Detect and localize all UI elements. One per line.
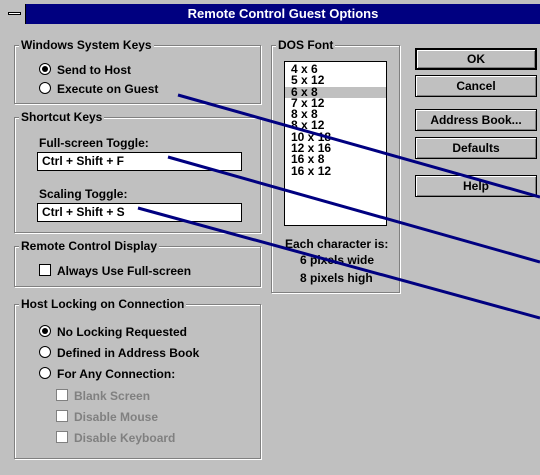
dialog-window: Remote Control Guest Options Windows Sys… — [0, 0, 540, 475]
radio-indicator — [39, 346, 51, 358]
group-label: Shortcut Keys — [19, 110, 105, 124]
checkbox-indicator — [56, 389, 68, 401]
radio-label: For Any Connection: — [57, 367, 176, 381]
radio-indicator — [39, 325, 51, 337]
address-book-button[interactable]: Address Book... — [415, 109, 537, 131]
system-menu-button[interactable] — [4, 4, 26, 24]
checkbox-label: Blank Screen — [74, 389, 151, 403]
fullscreen-toggle-label: Full-screen Toggle: — [39, 136, 149, 150]
checkbox-indicator — [39, 264, 51, 276]
char-size-title: Each character is: — [285, 237, 389, 251]
radio-label: Defined in Address Book — [57, 346, 200, 360]
checkbox-disable-mouse[interactable]: Disable Mouse — [56, 410, 158, 424]
radio-indicator — [39, 63, 51, 75]
group-label: DOS Font — [276, 38, 336, 52]
group-label: Host Locking on Connection — [19, 297, 187, 311]
font-option[interactable]: 16 x 12 — [285, 165, 386, 177]
checkbox-disable-keyboard[interactable]: Disable Keyboard — [56, 431, 175, 445]
cancel-button[interactable]: Cancel — [415, 75, 537, 97]
group-label: Remote Control Display — [19, 239, 160, 253]
radio-label: Send to Host — [57, 63, 131, 77]
ok-button[interactable]: OK — [415, 48, 537, 70]
checkbox-always-fullscreen[interactable]: Always Use Full-screen — [39, 264, 191, 278]
char-width-text: 6 pixels wide — [300, 253, 375, 267]
radio-label: No Locking Requested — [57, 325, 188, 339]
scaling-toggle-label: Scaling Toggle: — [39, 187, 128, 201]
checkbox-label: Disable Keyboard — [74, 431, 176, 445]
radio-indicator — [39, 82, 51, 94]
radio-execute-on-guest[interactable]: Execute on Guest — [39, 82, 158, 96]
radio-indicator — [39, 367, 51, 379]
checkbox-indicator — [56, 431, 68, 443]
radio-send-to-host[interactable]: Send to Host — [39, 63, 131, 77]
group-label: Windows System Keys — [19, 38, 154, 52]
help-button[interactable]: Help — [415, 175, 537, 197]
char-height-text: 8 pixels high — [300, 271, 373, 285]
dos-font-list[interactable]: 4 x 6 5 x 12 6 x 8 7 x 12 8 x 8 8 x 12 1… — [284, 61, 387, 226]
radio-label: Execute on Guest — [57, 82, 159, 96]
checkbox-blank-screen[interactable]: Blank Screen — [56, 389, 150, 403]
checkbox-indicator — [56, 410, 68, 422]
checkbox-label: Always Use Full-screen — [57, 264, 192, 278]
window-title: Remote Control Guest Options — [187, 6, 379, 21]
title-bar: Remote Control Guest Options — [4, 4, 540, 24]
radio-for-any-connection[interactable]: For Any Connection: — [39, 367, 175, 381]
checkbox-label: Disable Mouse — [74, 410, 159, 424]
radio-defined-in-address-book[interactable]: Defined in Address Book — [39, 346, 199, 360]
radio-no-locking[interactable]: No Locking Requested — [39, 325, 187, 339]
scaling-toggle-field[interactable]: Ctrl + Shift + S — [37, 203, 242, 222]
fullscreen-toggle-field[interactable]: Ctrl + Shift + F — [37, 152, 242, 171]
system-menu-icon — [8, 12, 21, 15]
defaults-button[interactable]: Defaults — [415, 137, 537, 159]
